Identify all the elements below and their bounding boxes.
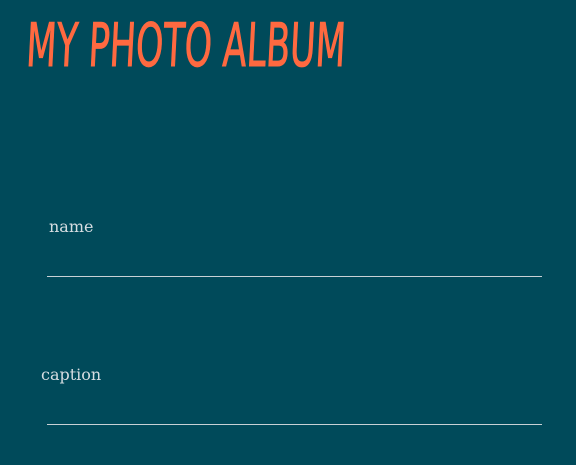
name-label: name <box>49 217 94 236</box>
page-title: MY PHOTO ALBUM <box>24 11 348 82</box>
caption-input[interactable] <box>47 395 542 425</box>
name-input[interactable] <box>47 247 542 277</box>
caption-label: caption <box>41 365 102 384</box>
